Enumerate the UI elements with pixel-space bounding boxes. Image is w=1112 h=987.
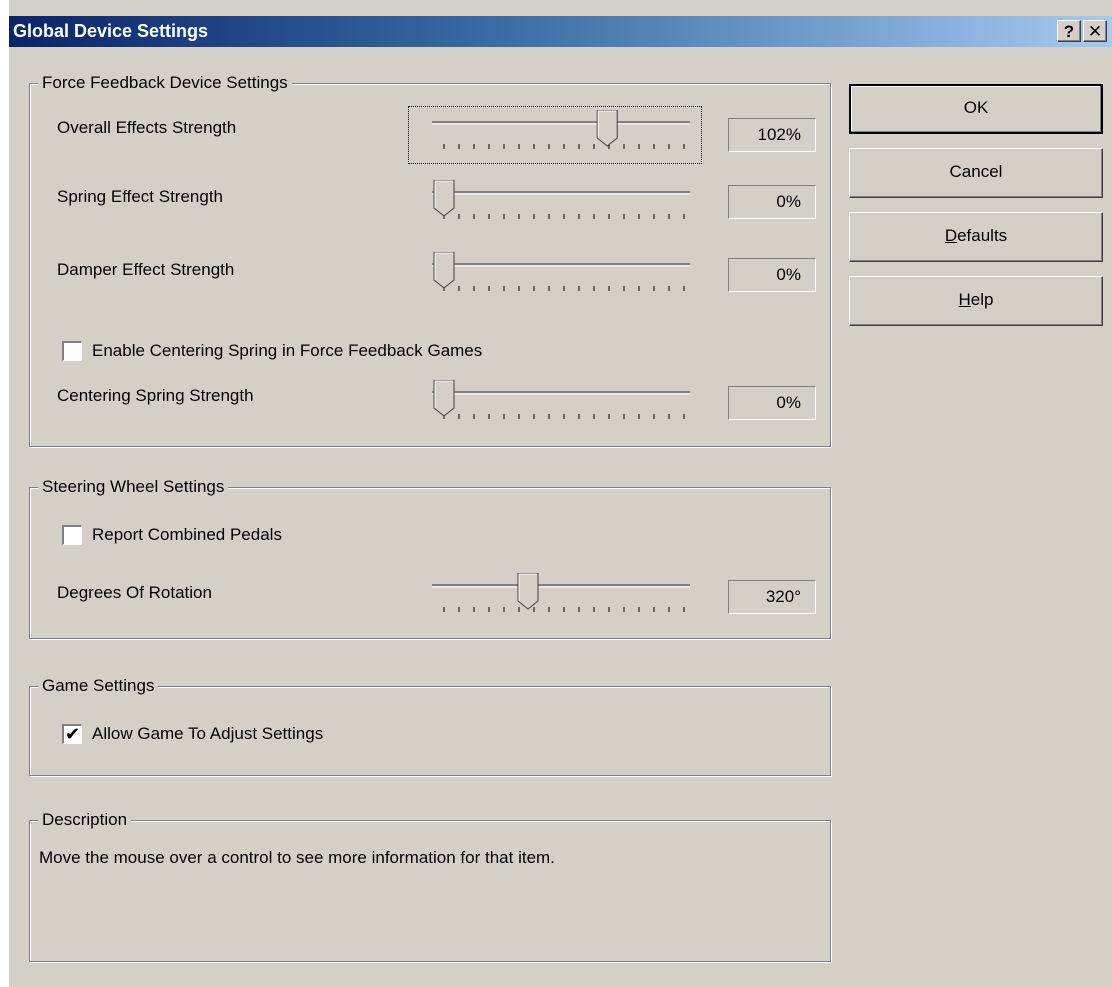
defaults-accelerator: D — [944, 226, 958, 245]
allow-adjust-checkbox[interactable]: ✔ — [62, 724, 82, 744]
combined-pedals-checkbox-label[interactable]: Report Combined Pedals — [92, 525, 282, 545]
spring-strength-slider[interactable] — [414, 179, 694, 224]
allow-adjust-checkbox-label[interactable]: Allow Game To Adjust Settings — [92, 724, 323, 744]
combined-pedals-checkbox[interactable] — [62, 525, 82, 545]
title-bar: Global Device Settings ? ✕ — [9, 16, 1112, 47]
description-group-label: Description — [38, 809, 132, 831]
check-mark-icon: ✔ — [64, 724, 81, 744]
description-group: Description — [29, 809, 831, 962]
slider-thumb — [433, 379, 455, 417]
rotation-slider[interactable] — [414, 572, 694, 617]
defaults-label-rest: efaults — [957, 226, 1008, 245]
help-label-rest: elp — [970, 290, 994, 309]
game-settings-group-label: Game Settings — [38, 675, 159, 697]
overall-strength-value: 102% — [728, 118, 816, 152]
overall-strength-label: Overall Effects Strength — [57, 118, 237, 137]
centering-strength-label: Centering Spring Strength — [57, 386, 254, 405]
slider-graphic — [432, 251, 690, 291]
overall-strength-slider[interactable] — [414, 109, 694, 154]
spring-strength-label: Spring Effect Strength — [57, 187, 224, 206]
dialog-window: Global Device Settings ? ✕ Force Feedbac… — [8, 0, 1112, 987]
help-button[interactable]: Help — [849, 276, 1103, 326]
rotation-value: 320° — [728, 580, 816, 614]
damper-strength-label: Damper Effect Strength — [57, 260, 235, 279]
slider-graphic — [432, 179, 690, 219]
window-title: Global Device Settings — [13, 21, 209, 41]
rotation-label: Degrees Of Rotation — [57, 583, 212, 602]
centering-strength-value: 0% — [728, 386, 816, 420]
cancel-button[interactable]: Cancel — [849, 148, 1103, 198]
defaults-button[interactable]: Defaults — [849, 212, 1103, 262]
damper-strength-slider[interactable] — [414, 251, 694, 296]
slider-thumb — [517, 572, 539, 610]
slider-graphic — [432, 109, 690, 149]
damper-strength-value: 0% — [728, 258, 816, 292]
centering-strength-slider[interactable] — [414, 379, 694, 424]
help-accelerator: H — [958, 290, 971, 309]
context-help-button[interactable]: ? — [1057, 20, 1081, 42]
slider-thumb — [596, 109, 618, 147]
centering-spring-checkbox[interactable] — [62, 341, 82, 361]
slider-thumb — [433, 179, 455, 217]
description-text: Move the mouse over a control to see mor… — [39, 848, 555, 867]
steering-wheel-group-label: Steering Wheel Settings — [38, 476, 229, 498]
force-feedback-group-label: Force Feedback Device Settings — [38, 72, 292, 94]
close-button[interactable]: ✕ — [1083, 20, 1107, 42]
spring-strength-value: 0% — [728, 185, 816, 219]
slider-graphic — [432, 379, 690, 419]
slider-graphic — [432, 572, 690, 612]
slider-thumb — [433, 251, 455, 289]
ok-button[interactable]: OK — [849, 84, 1103, 134]
centering-spring-checkbox-label[interactable]: Enable Centering Spring in Force Feedbac… — [92, 341, 482, 361]
